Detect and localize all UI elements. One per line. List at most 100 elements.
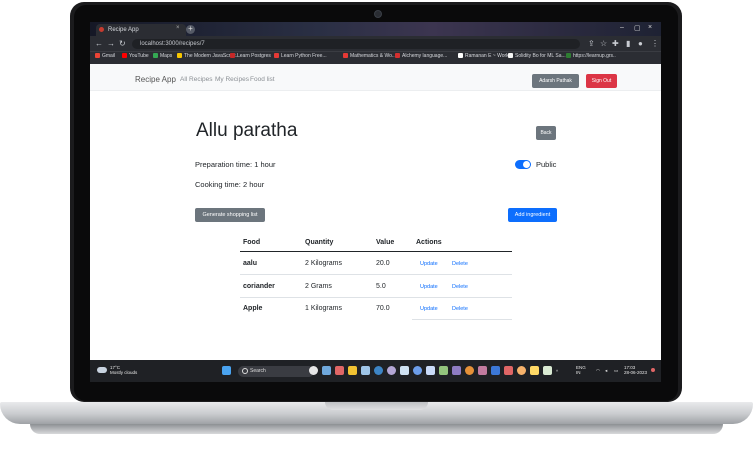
clock[interactable]: 17:03 28-06-2023 [624,365,647,375]
webcam-icon [374,10,382,18]
chrome-icon[interactable] [517,366,526,375]
task-view-icon[interactable] [309,366,318,375]
bookmark-favicon-icon [395,53,400,58]
screen: Recipe App × + – ▢ × ← → ↻ localhost:300… [90,22,661,382]
taskbar-search[interactable]: Search [238,366,314,377]
delete-button[interactable]: Delete [452,284,468,290]
menu-icon[interactable]: ⋮ [651,39,659,48]
bookmark-favicon-icon [177,53,182,58]
bookmark-item[interactable]: Solidity Bo for ML Sa... [508,53,566,59]
nav-food-list[interactable]: Food list [250,76,275,83]
bookmark-item[interactable]: Learn Python Free... [274,53,327,59]
bookmark-favicon-icon [230,53,235,58]
generate-shopping-list-button[interactable]: Generate shopping list [195,208,265,222]
nav-my-recipes[interactable]: My Recipes [215,76,249,83]
media-player-icon[interactable] [387,366,396,375]
widgets-icon[interactable] [322,366,331,375]
minimize-icon[interactable]: – [620,24,624,31]
settings-icon[interactable] [413,366,422,375]
language-indicator[interactable]: ENG IN [576,365,586,375]
bookmark-item[interactable]: Gmail [95,53,115,59]
chat-icon[interactable] [335,366,344,375]
bookmark-favicon-icon [343,53,348,58]
bookmark-star-icon[interactable]: ☆ [600,39,607,48]
row-divider [412,319,512,320]
add-ingredient-button[interactable]: Add ingredient [508,208,557,222]
window-close-icon[interactable]: × [648,24,652,31]
back-button[interactable]: Back [536,126,556,140]
row-value: 5.0 [376,283,386,290]
bookmark-label: Learn Python Free... [281,53,327,59]
bookmark-favicon-icon [274,53,279,58]
cooking-label: Cooking time: [195,180,241,189]
share-icon[interactable]: ⇪ [588,39,595,48]
bookmark-favicon-icon [153,53,158,58]
maximize-icon[interactable]: ▢ [634,24,641,32]
bookmark-label: YouTube [129,53,149,59]
bookmark-item[interactable]: Alchemy language... [395,53,447,59]
profile-icon[interactable]: ● [638,39,643,48]
forward-arrow-icon[interactable]: → [107,39,115,48]
recipe-title: Allu paratha [196,120,298,141]
back-arrow-icon[interactable]: ← [95,39,103,48]
update-button[interactable]: Update [420,284,438,290]
extensions-icon[interactable]: ✚ [612,39,619,48]
windows-start-icon[interactable] [222,366,231,375]
notification-icon[interactable] [651,368,655,372]
browser-tab[interactable]: Recipe App [96,24,186,36]
wifi-icon[interactable]: ◠ [596,368,600,373]
brand[interactable]: Recipe App [135,75,176,84]
delete-button[interactable]: Delete [452,261,468,267]
file-explorer-icon[interactable] [348,366,357,375]
address-bar[interactable]: localhost:3000/recipes/7 [132,39,580,49]
bookmark-item[interactable]: Learn Postgres [230,53,271,59]
row-value: 20.0 [376,260,390,267]
bookmark-item[interactable]: Maps [153,53,172,59]
search-icon [242,368,248,374]
bookmark-item[interactable]: YouTube [122,53,149,59]
laptop-base-edge [30,424,723,434]
store-icon[interactable] [361,366,370,375]
tab-close-icon[interactable]: × [176,25,180,31]
tab-title: Recipe App [108,27,139,33]
photos-icon[interactable] [400,366,409,375]
row-quantity: 1 Kilograms [305,305,342,312]
update-button[interactable]: Update [420,261,438,267]
delete-button[interactable]: Delete [452,306,468,312]
show-hidden-icons[interactable]: ^ [556,369,558,374]
reload-icon[interactable]: ↻ [119,39,126,48]
header-quantity: Quantity [305,239,334,246]
header-food: Food [243,239,261,246]
app-icon[interactable] [478,366,487,375]
battery-icon[interactable]: ▭ [614,368,618,373]
bookmark-favicon-icon [508,53,513,58]
vscode-icon[interactable] [491,366,500,375]
row-quantity: 2 Grams [305,283,332,290]
preparation-value: 1 hour [254,160,276,169]
update-button[interactable]: Update [420,306,438,312]
weather-desc: Mostly clouds [110,370,138,375]
cooking-value: 2 hour [242,180,265,189]
weather-widget[interactable]: 17°C Mostly clouds [110,365,137,375]
user-button[interactable]: Adarsh Pathak [532,74,579,88]
bookmark-item[interactable]: Ramanan E ~ Work... [458,53,513,59]
firefox-icon[interactable] [465,366,474,375]
app-icon[interactable] [452,366,461,375]
new-tab-icon[interactable]: + [186,25,195,34]
edge-icon[interactable] [374,366,383,375]
sign-out-button[interactable]: Sign Out [586,74,617,88]
cooking-time: Cooking time: 2 hour [195,180,264,189]
calculator-icon[interactable] [426,366,435,375]
nav-all-recipes[interactable]: All Recipes [180,76,213,83]
app-icon[interactable] [504,366,513,375]
public-label: Public [536,160,557,169]
bookmark-item[interactable]: Mathematics & Wo... [343,53,396,59]
sidebar-icon[interactable]: ▮ [626,39,630,48]
search-label: Search [250,368,266,374]
bookmark-item[interactable]: https://learnup.grs.. [566,53,616,59]
terminal-icon[interactable] [439,366,448,375]
volume-icon[interactable]: ◂ [605,368,607,373]
app-icon[interactable] [543,366,552,375]
app-icon[interactable] [530,366,539,375]
bookmark-favicon-icon [566,53,571,58]
